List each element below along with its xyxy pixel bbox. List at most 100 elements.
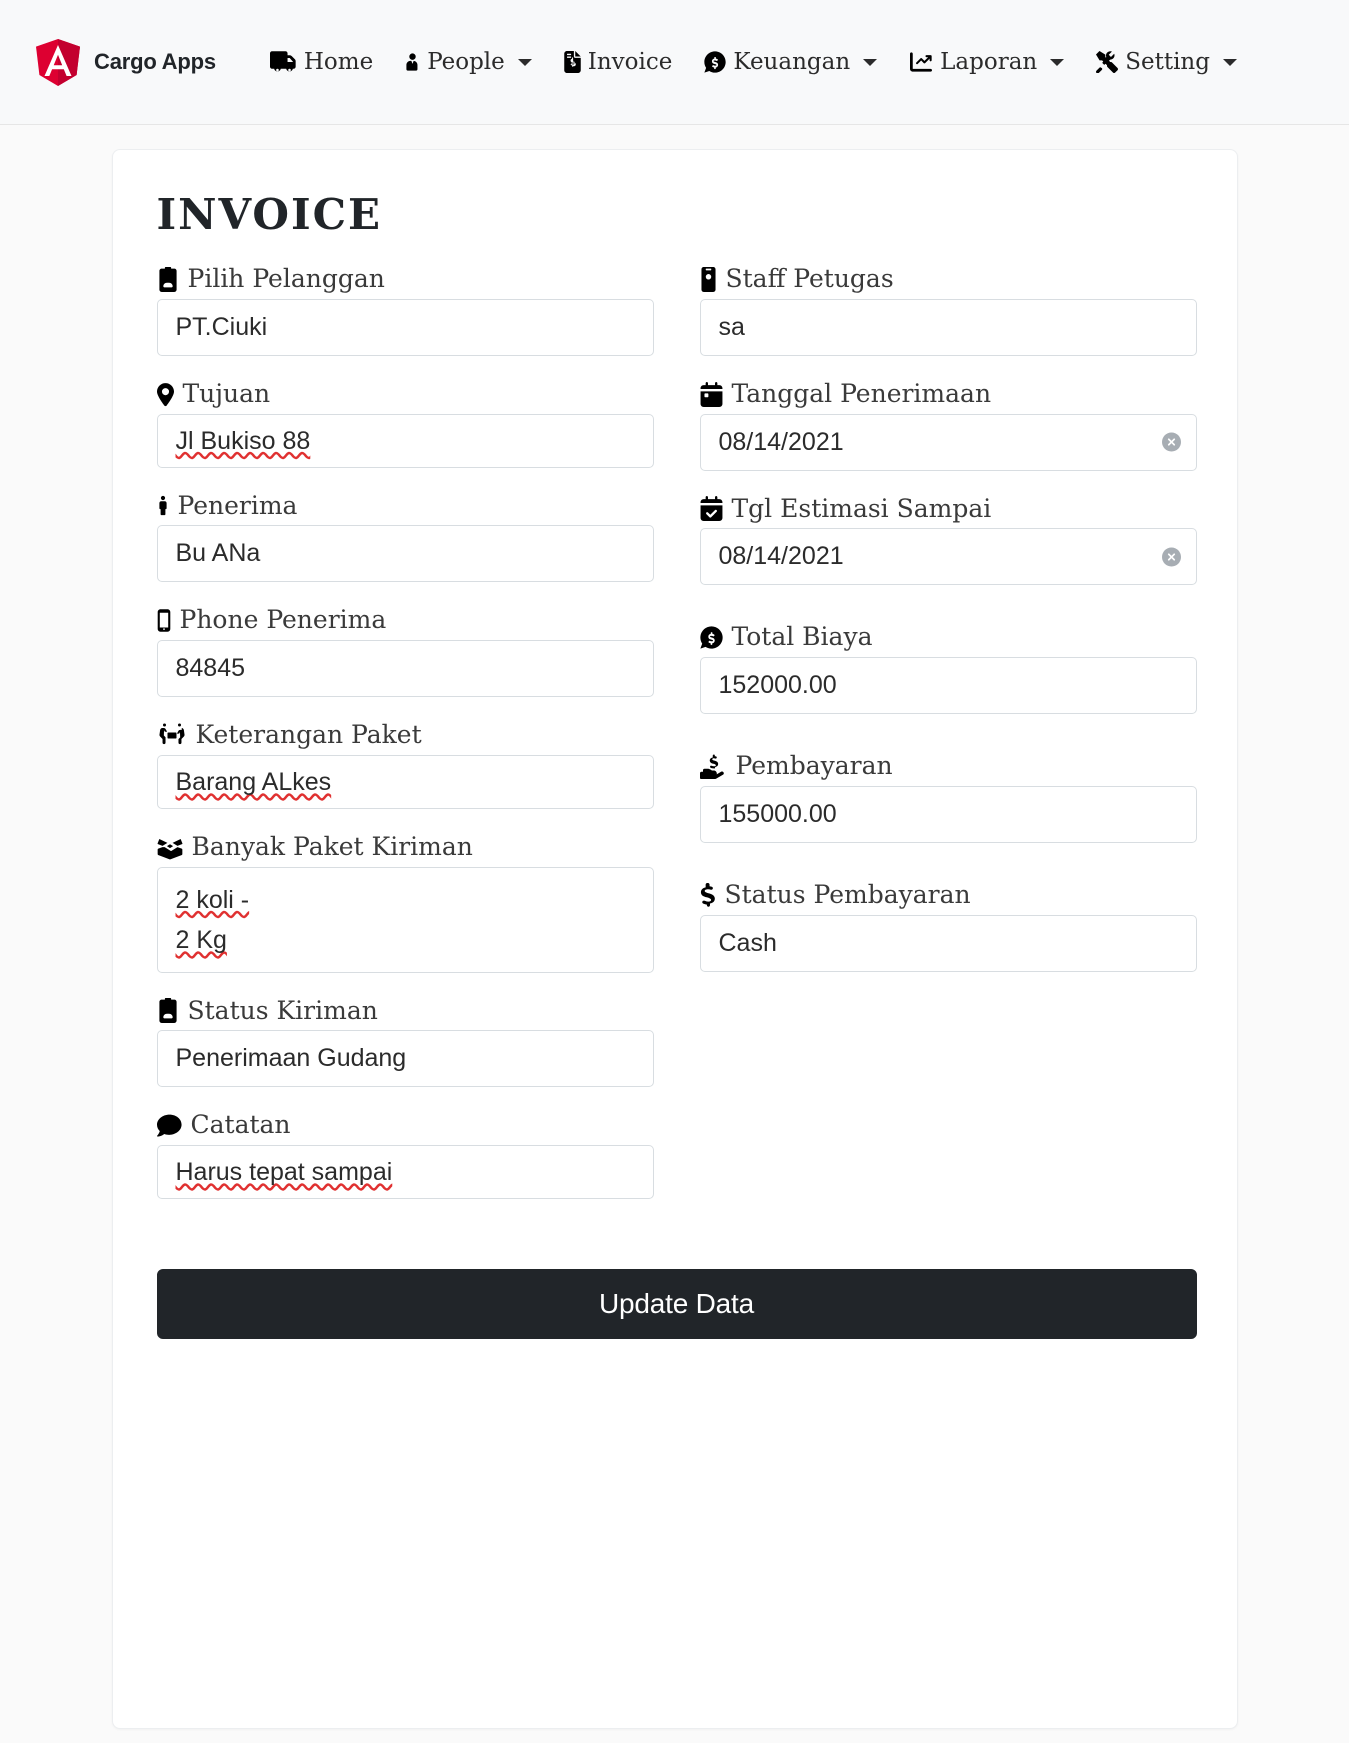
nav-item-invoice[interactable]: Invoice: [548, 49, 689, 75]
hand-holding-dollar-icon: [699, 754, 727, 779]
label-text: Phone Penerima: [179, 605, 387, 635]
chevron-down-icon: [1222, 58, 1237, 66]
label-catatan: Catatan: [156, 1110, 654, 1140]
nav-item-keuangan[interactable]: Keuangan: [688, 49, 893, 75]
field-penerima: Penerima: [156, 490, 654, 583]
dollar-sign-icon: [700, 882, 716, 908]
label-text: Status Pembayaran: [724, 879, 971, 909]
tgl-estimasi-sampai-clear-button[interactable]: [1161, 547, 1181, 567]
staff-petugas-input[interactable]: [699, 298, 1197, 356]
people-carry-box-icon: [157, 723, 187, 748]
chart-line-icon: [909, 51, 933, 73]
status-pembayaran-input[interactable]: [699, 914, 1197, 972]
label-penerima: Penerima: [157, 490, 654, 521]
tanggal-penerimaan-input[interactable]: [699, 413, 1197, 471]
label-status-pembayaran: Status Pembayaran: [700, 879, 1197, 910]
label-text: Banyak Paket Kiriman: [191, 831, 473, 861]
chevron-down-icon: [517, 58, 532, 66]
money-bill-circle-icon: [699, 625, 723, 650]
nav-item-laporan-label: Laporan: [940, 49, 1038, 75]
brand-name: Cargo Apps: [94, 49, 216, 74]
label-text: Catatan: [190, 1110, 291, 1140]
status-kiriman-input[interactable]: [156, 1030, 654, 1088]
update-data-button[interactable]: Update Data: [156, 1269, 1197, 1339]
keterangan-paket-textarea[interactable]: Barang ALkes: [156, 754, 654, 809]
field-status-pembayaran: Status Pembayaran: [699, 879, 1197, 972]
page-title: INVOICE: [156, 190, 383, 239]
person-icon: [157, 493, 169, 518]
banyak-paket-kiriman-textarea[interactable]: 2 koli - 2 Kg: [156, 866, 654, 973]
chevron-down-icon: [1050, 58, 1065, 66]
field-tanggal-penerimaan: Tanggal Penerimaan: [699, 379, 1197, 471]
chevron-down-icon: [863, 58, 878, 66]
label-text: Keterangan Paket: [195, 720, 422, 749]
label-text: Tgl Estimasi Sampai: [731, 493, 992, 523]
field-tujuan: Tujuan Jl Bukiso 88: [156, 378, 654, 468]
page-body: INVOICE Pilih Pelanggan PT.Ciuki Tujuan …: [0, 125, 1349, 1729]
label-text: Pilih Pelanggan: [187, 264, 385, 293]
tools-icon: [1096, 51, 1119, 73]
tujuan-value: Jl Bukiso 88: [175, 426, 311, 455]
nav-item-setting[interactable]: Setting: [1080, 49, 1253, 75]
phone-penerima-input[interactable]: [156, 640, 654, 697]
field-banyak-paket-kiriman: Banyak Paket Kiriman 2 koli - 2 Kg: [156, 831, 654, 973]
field-tgl-estimasi-sampai: Tgl Estimasi Sampai: [699, 493, 1197, 586]
tgl-estimasi-sampai-input[interactable]: [699, 528, 1197, 586]
label-text: Tujuan: [182, 378, 271, 408]
file-invoice-dollar-icon: [564, 51, 581, 73]
label-text: Penerima: [177, 490, 298, 520]
form-column-right: Staff Petugas Tanggal Penerimaan: [699, 264, 1197, 1223]
label-banyak-paket-kiriman: Banyak Paket Kiriman: [157, 831, 654, 862]
nav-item-keuangan-label: Keuangan: [733, 49, 851, 75]
nav-item-home-label: Home: [303, 49, 374, 75]
label-text: Staff Petugas: [725, 264, 894, 293]
id-card-vertical-icon: [700, 266, 717, 292]
label-tanggal-penerimaan: Tanggal Penerimaan: [700, 379, 1197, 409]
calendar-icon: [700, 381, 723, 407]
nav-item-laporan[interactable]: Laporan: [893, 49, 1080, 75]
field-staff-petugas: Staff Petugas: [699, 264, 1197, 356]
label-status-kiriman: Status Kiriman: [157, 996, 654, 1026]
banyak-paket-kiriman-value: 2 koli - 2 Kg: [175, 885, 250, 955]
form-column-left: Pilih Pelanggan Tujuan Jl Bukiso 88: [156, 264, 654, 1223]
nav-item-setting-label: Setting: [1125, 49, 1210, 75]
nav-item-invoice-label: Invoice: [587, 49, 673, 75]
tujuan-textarea[interactable]: Jl Bukiso 88: [156, 413, 654, 468]
id-badge-icon: [157, 998, 179, 1024]
total-biaya-input[interactable]: [699, 657, 1197, 714]
pilih-pelanggan-input[interactable]: [156, 298, 654, 356]
pembayaran-input[interactable]: [699, 785, 1197, 843]
field-keterangan-paket: Keterangan Paket Barang ALkes: [156, 720, 654, 809]
field-total-biaya: Total Biaya: [699, 622, 1197, 714]
field-phone-penerima: Phone Penerima: [156, 605, 654, 697]
comment-icon: [156, 1113, 182, 1138]
label-phone-penerima: Phone Penerima: [157, 605, 654, 635]
keterangan-paket-value: Barang ALkes: [175, 767, 332, 796]
user-tie-icon: [405, 51, 420, 73]
label-keterangan-paket: Keterangan Paket: [157, 720, 654, 750]
nav-item-people[interactable]: People: [389, 49, 548, 75]
main-navbar: Cargo Apps Home People Invoice Keuangan …: [0, 0, 1349, 125]
label-pembayaran: Pembayaran: [699, 751, 1197, 781]
label-tgl-estimasi-sampai: Tgl Estimasi Sampai: [700, 493, 1197, 524]
label-text: Pembayaran: [735, 751, 893, 780]
field-pilih-pelanggan: Pilih Pelanggan: [156, 264, 654, 356]
field-catatan: Catatan Harus tepat sampai: [156, 1110, 654, 1199]
open-box-icon: [157, 835, 183, 860]
label-total-biaya: Total Biaya: [699, 622, 1197, 652]
nav-item-people-label: People: [427, 49, 505, 75]
calendar-check-icon: [700, 496, 723, 522]
truck-icon: [269, 51, 297, 73]
field-pembayaran: Pembayaran: [699, 751, 1197, 843]
label-text: Total Biaya: [731, 622, 873, 652]
tanggal-penerimaan-wrapper: [699, 413, 1197, 471]
nav-item-home[interactable]: Home: [254, 49, 389, 75]
mobile-phone-icon: [157, 608, 171, 633]
angular-shield-icon: [36, 38, 80, 86]
invoice-form: Pilih Pelanggan Tujuan Jl Bukiso 88: [135, 264, 1215, 1223]
brand-logo-link[interactable]: Cargo Apps: [36, 38, 216, 86]
penerima-input[interactable]: [156, 525, 654, 583]
catatan-textarea[interactable]: Harus tepat sampai: [156, 1145, 654, 1199]
tanggal-penerimaan-clear-button[interactable]: [1161, 432, 1181, 452]
catatan-value: Harus tepat sampai: [175, 1158, 393, 1186]
